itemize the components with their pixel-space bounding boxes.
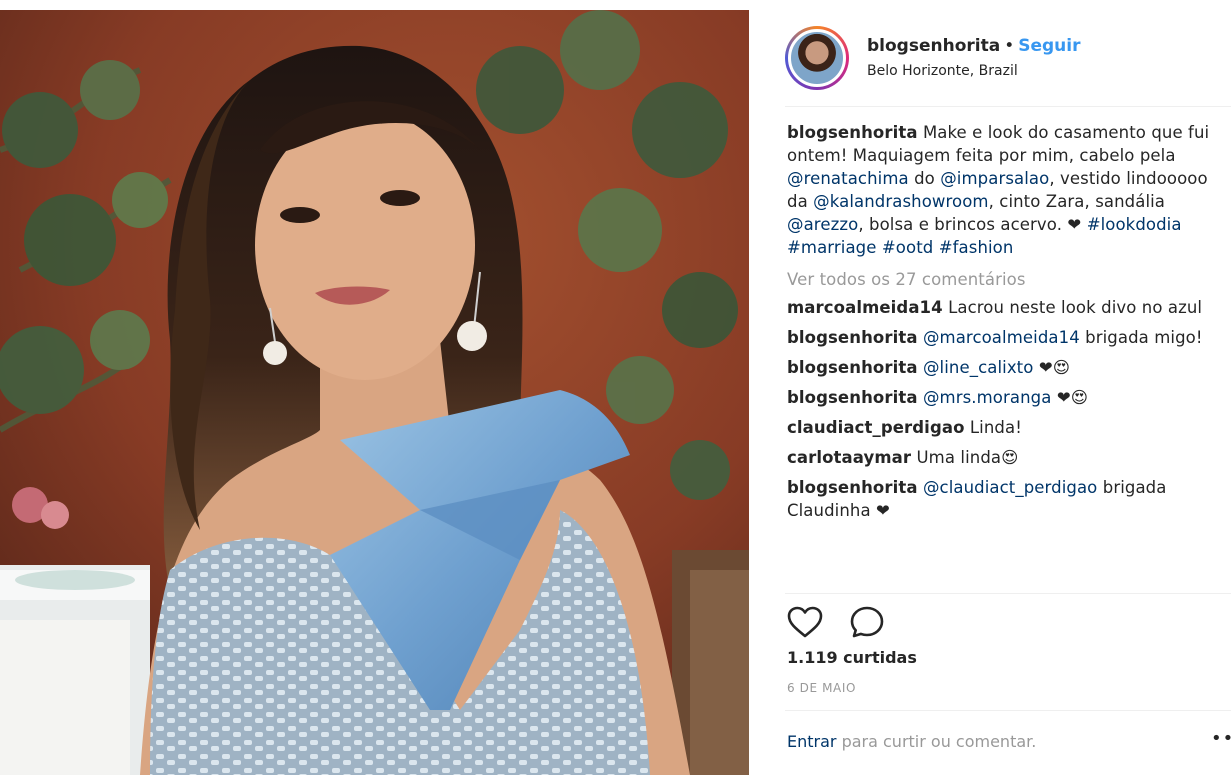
comment-text: Uma linda😍 xyxy=(916,448,1019,467)
comment-item: claudiact_perdigao Linda! xyxy=(787,416,1217,439)
mention-link[interactable]: @imparsalao xyxy=(940,169,1049,188)
comments-list[interactable]: blogsenhorita Make e look do casamento q… xyxy=(787,121,1217,593)
comment-username[interactable]: carlotaaymar xyxy=(787,448,911,467)
comment-username[interactable]: claudiact_perdigao xyxy=(787,418,965,437)
comment-item: marcoalmeida14 Lacrou neste look divo no… xyxy=(787,296,1217,319)
hashtag-link[interactable]: #fashion xyxy=(939,238,1014,257)
comments-divider xyxy=(785,593,1231,594)
header-username[interactable]: blogsenhorita xyxy=(867,36,1000,56)
mention-link[interactable]: @kalandrashowroom xyxy=(813,192,988,211)
comment-item: blogsenhorita @line_calixto ❤😍 xyxy=(787,356,1217,379)
comment-item: blogsenhorita @mrs.moranga ❤😍 xyxy=(787,386,1217,409)
mention-link[interactable]: @marcoalmeida14 xyxy=(923,328,1080,347)
comment-item: blogsenhorita @marcoalmeida14 brigada mi… xyxy=(787,326,1217,349)
photo-illustration xyxy=(0,10,749,775)
comment-item: carlotaaymar Uma linda😍 xyxy=(787,446,1217,469)
header-separator: • xyxy=(1004,36,1015,56)
caption-text: , bolsa e brincos acervo. ❤ xyxy=(858,215,1082,234)
comment-text: ❤😍 xyxy=(1038,358,1071,377)
comment-item: blogsenhorita @claudiact_perdigao brigad… xyxy=(787,476,1217,522)
hashtag-link[interactable]: #marriage xyxy=(787,238,877,257)
caption-text: , cinto Zara, sandália xyxy=(988,192,1166,211)
header-title-line: blogsenhorita • Seguir xyxy=(867,36,1080,56)
caption-username[interactable]: blogsenhorita xyxy=(787,123,918,142)
more-options-icon[interactable]: ••• xyxy=(1211,728,1231,749)
comment-username[interactable]: blogsenhorita xyxy=(787,478,918,497)
post-panel: blogsenhorita • Seguir Belo Horizonte, Bra… xyxy=(785,0,1231,783)
mention-link[interactable]: @renatachima xyxy=(787,169,909,188)
post-header: blogsenhorita • Seguir Belo Horizonte, Bra… xyxy=(785,26,1231,90)
heart-outline-icon[interactable] xyxy=(785,603,825,643)
comment-username[interactable]: blogsenhorita xyxy=(787,358,918,377)
footer-divider xyxy=(785,710,1231,711)
mention-link[interactable]: @claudiact_perdigao xyxy=(923,478,1097,497)
comment-text: ❤😍 xyxy=(1056,388,1089,407)
comment-username[interactable]: blogsenhorita xyxy=(787,388,918,407)
hashtag-link[interactable]: #lookdodia xyxy=(1087,215,1182,234)
comment-text: Lacrou neste look divo no azul xyxy=(948,298,1203,317)
hashtag-link[interactable]: #ootd xyxy=(882,238,933,257)
mention-link[interactable]: @mrs.moranga xyxy=(923,388,1052,407)
post-photo[interactable] xyxy=(0,10,749,775)
comment-username[interactable]: blogsenhorita xyxy=(787,328,918,347)
mention-link[interactable]: @line_calixto xyxy=(923,358,1034,377)
login-link[interactable]: Entrar xyxy=(787,732,836,751)
caption: blogsenhorita Make e look do casamento q… xyxy=(787,121,1217,259)
login-prompt: Entrar para curtir ou comentar. xyxy=(787,732,1036,751)
comment-bubble-icon[interactable] xyxy=(847,603,887,643)
login-prompt-text: para curtir ou comentar. xyxy=(836,732,1037,751)
avatar-story-ring[interactable] xyxy=(785,26,849,90)
comment-text: Linda! xyxy=(969,418,1022,437)
header-location[interactable]: Belo Horizonte, Brazil xyxy=(867,63,1018,79)
mention-link[interactable]: @arezzo xyxy=(787,215,858,234)
comment-text: brigada migo! xyxy=(1085,328,1203,347)
view-all-comments-link[interactable]: Ver todos os 27 comentários xyxy=(787,268,1217,291)
header-divider xyxy=(785,106,1231,107)
avatar[interactable] xyxy=(788,29,846,87)
post-date[interactable]: 6 DE MAIO xyxy=(787,681,856,695)
action-bar xyxy=(785,603,985,643)
follow-button[interactable]: Seguir xyxy=(1018,36,1080,56)
caption-text: do xyxy=(908,169,941,188)
likes-count[interactable]: 1.119 curtidas xyxy=(787,648,917,667)
comment-username[interactable]: marcoalmeida14 xyxy=(787,298,943,317)
